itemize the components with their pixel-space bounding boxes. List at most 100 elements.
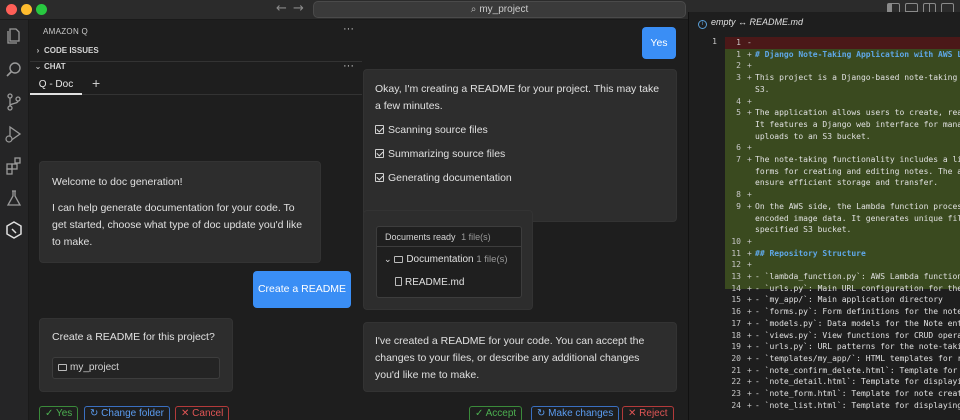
line-number: 10 [731, 236, 741, 246]
search-icon[interactable] [4, 60, 24, 80]
line-text: - `models.py`: Data models for the Note … [755, 318, 960, 328]
command-center-search[interactable]: ⌕ my_project [313, 1, 686, 18]
change-folder-button[interactable]: ↻ Change folder [84, 406, 170, 420]
diff-line: 20 + - `templates/my_app/`: HTML template… [725, 353, 960, 365]
accept-button[interactable]: ✓ Accept [469, 406, 523, 420]
minimize-window-button[interactable] [21, 4, 32, 15]
diff-sign: + [747, 49, 752, 59]
amazon-q-icon[interactable] [4, 220, 24, 240]
section-code-issues[interactable]: › CODE ISSUES [30, 46, 362, 60]
reject-button[interactable]: ✕ Reject [622, 406, 674, 420]
yes-button-label: Yes [55, 408, 73, 419]
diff-sign: + [747, 236, 752, 246]
line-number: 24 [731, 400, 741, 410]
line-text: This project is a Django-based note-taki… [755, 73, 960, 83]
run-debug-icon[interactable] [4, 124, 24, 144]
line-number: 20 [731, 353, 741, 363]
documents-tree: Documents ready 1 file(s) ⌄ Documentatio… [376, 226, 522, 298]
line-text: - `note_detail.html`: Template for displ… [755, 377, 960, 387]
docs-folder-name: Documentation [406, 254, 474, 265]
line-number: 1 [736, 49, 741, 59]
add-tab-button[interactable]: + [92, 75, 100, 91]
diff-sign: + [747, 330, 752, 340]
line-number: 6 [736, 143, 741, 153]
line-text: - `templates/my_app/`: HTML templates fo… [755, 353, 960, 363]
diff-sign: + [747, 61, 752, 71]
diff-line: 19 + - `urls.py`: URL patterns for the no… [725, 341, 960, 353]
tab-title: empty ↔ README.md [711, 17, 804, 27]
forward-arrow-icon[interactable]: → [293, 1, 304, 16]
explorer-icon[interactable] [4, 26, 24, 46]
section-chat[interactable]: ⌄ CHAT ··· [30, 60, 362, 75]
create-readme-button[interactable]: Create a README [253, 271, 351, 308]
line-text: specified S3 bucket. [755, 225, 852, 235]
line-text: - `lambda_function.py`: AWS Lambda funct… [755, 272, 960, 281]
confirm-folder-message: Create a README for this project? my_pro… [39, 318, 233, 392]
amazon-q-panel: AMAZON Q ··· › CODE ISSUES ⌄ CHAT ··· Q - … [30, 20, 362, 420]
diff-sign: + [747, 190, 752, 200]
diff-line: 17 + - `models.py`: Data models for the N… [725, 318, 960, 330]
cancel-label: Cancel [192, 408, 224, 419]
search-icon: ⌕ [470, 4, 477, 15]
line-number: 16 [731, 307, 741, 317]
line-text: forms for creating and editing notes. Th… [755, 166, 960, 176]
maximize-window-button[interactable] [36, 4, 47, 15]
accept-label: Accept [485, 408, 517, 419]
diff-line: S3. [725, 84, 960, 96]
panel-more-icon[interactable]: ··· [343, 23, 354, 35]
docs-folder-row[interactable]: ⌄ Documentation 1 file(s) [384, 252, 508, 267]
line-number: 19 [731, 342, 741, 352]
search-text: my_project [479, 4, 529, 15]
step-label: Scanning source files [388, 124, 488, 136]
welcome-body: I can help generate documentation for yo… [52, 202, 303, 248]
line-number: 14 [731, 283, 741, 293]
line-text: encoded image data. It generates unique … [755, 213, 960, 223]
close-window-button[interactable] [6, 4, 17, 15]
tab-readme-diff[interactable]: i empty ↔ README.md [689, 12, 960, 33]
diff-line: forms for creating and editing notes. Th… [725, 166, 960, 178]
panel-title: AMAZON Q [43, 27, 89, 36]
diff-sign: + [747, 260, 752, 270]
source-control-icon[interactable] [4, 92, 24, 112]
line-number: 2 [736, 61, 741, 71]
diff-line: 1- [725, 37, 960, 49]
diff-line: 21 + - `note_confirm_delete.html`: Templa… [725, 365, 960, 377]
checkbox-checked-icon [375, 173, 384, 182]
line-number: 23 [731, 389, 741, 398]
diff-sign: + [747, 155, 752, 164]
docs-file-row[interactable]: README.md [395, 276, 464, 290]
chat-more-icon[interactable]: ··· [343, 60, 354, 72]
line-text: ensure efficient storage and transfer. [755, 178, 939, 188]
editor-body[interactable]: 1 1-1 + # Django Note-Taking Application w… [689, 33, 960, 420]
diff-line: specified S3 bucket. [725, 224, 960, 236]
line-text: - `my_app/`: Main application directory [755, 295, 943, 305]
diff-sign: + [747, 307, 752, 317]
line-text: It features a Django web interface for m… [755, 119, 960, 129]
confirm-question: Create a README for this project? [52, 331, 215, 343]
docs-ready-count: 1 file(s) [461, 232, 491, 242]
tab-q-doc[interactable]: Q - Doc [30, 76, 82, 95]
extensions-icon[interactable] [4, 156, 24, 176]
checkbox-checked-icon [375, 125, 384, 134]
reject-label: Reject [639, 408, 668, 419]
line-text: - `note_list.html`: Template for display… [755, 400, 960, 410]
diff-sign: + [747, 342, 752, 352]
testing-flask-icon[interactable] [4, 188, 24, 208]
line-number: 5 [736, 108, 741, 118]
line-text: uploads to an S3 bucket. [755, 131, 871, 141]
back-arrow-icon[interactable]: ← [276, 1, 287, 16]
folder-icon [394, 256, 404, 263]
line-number: 3 [736, 73, 741, 83]
line-number: 11 [731, 248, 741, 258]
diff-line: 23 + - `note_form.html`: Template for not… [725, 388, 960, 400]
change-folder-label: Change folder [101, 408, 164, 419]
make-changes-button[interactable]: ↻ Make changes [531, 406, 620, 420]
chevron-down-icon: ⌄ [384, 254, 392, 264]
cancel-button[interactable]: ✕ Cancel [175, 406, 230, 420]
diff-line: 8 + [725, 189, 960, 201]
line-text: The application allows users to create, … [755, 108, 960, 118]
line-number: 12 [731, 260, 741, 270]
original-side: 1 [689, 33, 725, 420]
yes-button[interactable]: ✓ Yes [39, 406, 79, 420]
line-text: - `forms.py`: Form definitions for the n… [755, 307, 960, 317]
